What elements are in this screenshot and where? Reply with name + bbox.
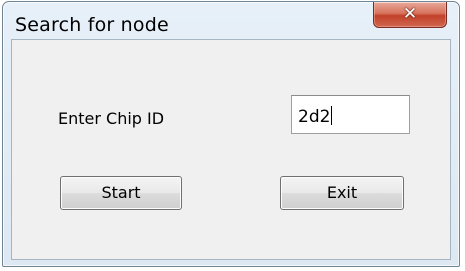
window-title: Search for node [15, 14, 169, 36]
chip-id-input[interactable]: 2d2 [291, 95, 410, 134]
start-button[interactable]: Start [60, 176, 182, 210]
chip-id-value: 2d2 [298, 107, 331, 127]
dialog-body: Enter Chip ID 2d2 Start Exit [11, 39, 451, 260]
exit-button[interactable]: Exit [280, 176, 404, 210]
text-caret [331, 106, 333, 125]
close-icon: ✕ [402, 4, 418, 24]
title-bar[interactable]: Search for node ✕ [3, 2, 459, 38]
close-button[interactable]: ✕ [373, 2, 447, 28]
dialog-window: Search for node ✕ Enter Chip ID 2d2 Star… [2, 1, 460, 267]
chip-id-label: Enter Chip ID [58, 109, 165, 128]
